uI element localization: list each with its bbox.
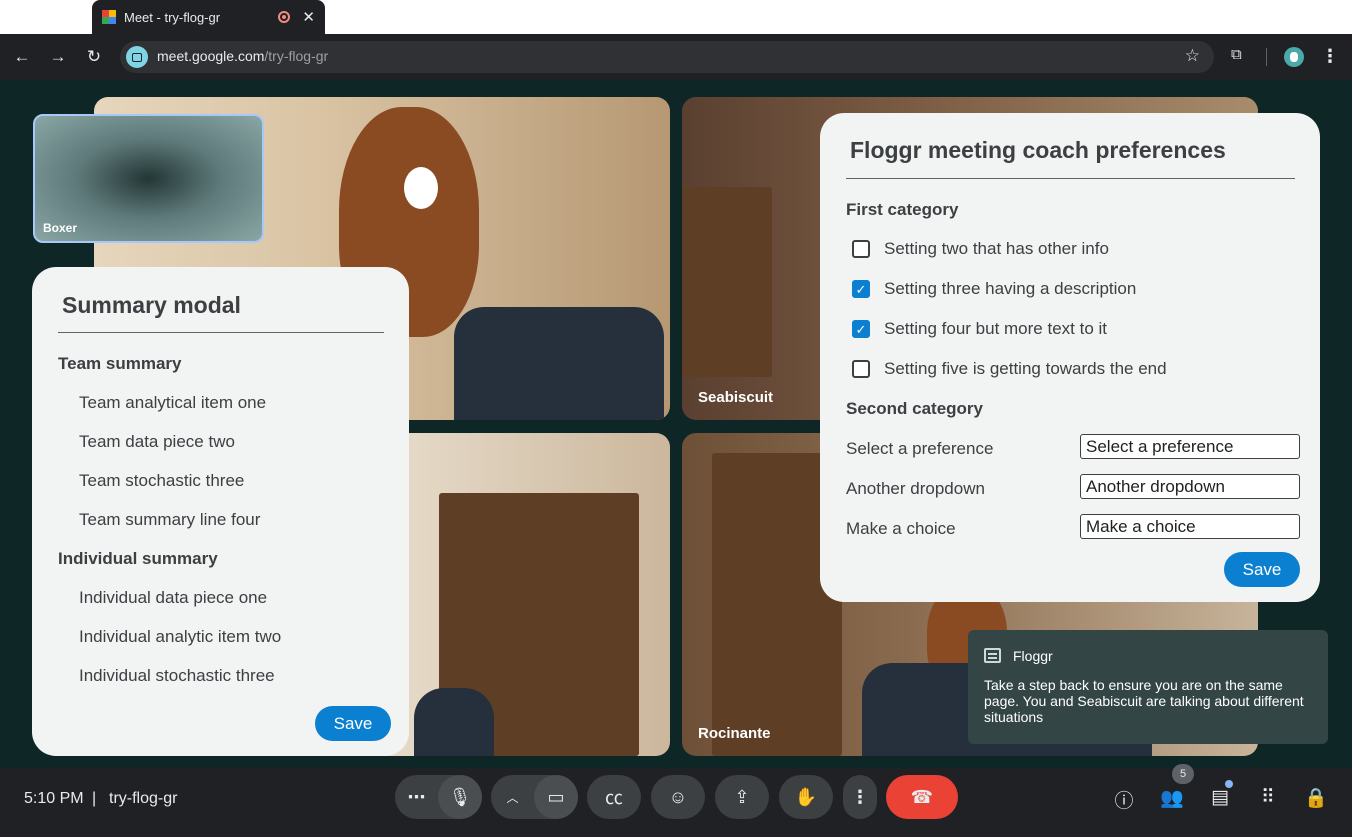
microphone-icon[interactable]: 🎙 [438, 775, 482, 819]
present-screen-icon[interactable]: ⇪ [715, 775, 769, 819]
setting-label: Setting four but more text to it [884, 319, 1108, 338]
people-icon[interactable]: 👥 [1160, 786, 1184, 810]
tab-strip: Meet - try-flog-gr ✕ [0, 0, 1352, 34]
second-category-heading: Second category [846, 399, 983, 418]
list-item: Individual data piece one [79, 588, 268, 607]
audio-options-icon[interactable]: ⋯ [395, 787, 438, 808]
leave-call-icon[interactable]: ☎ [886, 775, 958, 819]
select-label: Make a choice [846, 519, 956, 538]
bookshelf [682, 187, 772, 377]
setting-row[interactable]: ✓ Setting four but more text to it [852, 319, 1107, 339]
meeting-time: 5:10 PM [24, 790, 84, 807]
url-host: meet.google.com [157, 48, 265, 64]
suit [414, 688, 494, 756]
extensions-icon[interactable]: ⧉ [1231, 46, 1242, 63]
list-item: Individual analytic item two [79, 627, 282, 646]
preferences-save-button[interactable]: Save [1224, 552, 1300, 587]
choice-select[interactable]: Make a choice [1080, 514, 1300, 539]
first-category-heading: First category [846, 200, 959, 219]
preference-select[interactable]: Select a preference [1080, 434, 1300, 459]
toast-title: Floggr [1013, 648, 1053, 664]
url-text: meet.google.com/try-flog-gr [157, 48, 328, 64]
participant-name: Rocinante [698, 725, 771, 742]
setting-row[interactable]: Setting two that has other info [852, 239, 1109, 259]
message-icon [984, 648, 1001, 663]
title-divider [846, 178, 1295, 179]
suit [454, 307, 664, 420]
setting-row[interactable]: ✓ Setting three having a description [852, 279, 1136, 299]
chat-notification-dot [1225, 780, 1233, 788]
camera-icon[interactable]: ▭ [534, 775, 578, 819]
host-controls-icon[interactable]: 🔒 [1304, 786, 1328, 810]
video-control-group: ︿ ▭ [491, 775, 578, 819]
individual-summary-heading: Individual summary [58, 549, 218, 568]
floggr-toast: Floggr Take a step back to ensure you ar… [968, 630, 1328, 744]
raise-hand-icon[interactable]: ✋ [779, 775, 833, 819]
emoji-icon[interactable]: ☺ [651, 775, 705, 819]
horse-blaze [404, 167, 438, 209]
list-item: Individual stochastic three [79, 666, 275, 685]
profile-avatar[interactable] [1284, 47, 1304, 67]
setting-checkbox-checked[interactable]: ✓ [852, 280, 870, 298]
setting-checkbox-checked[interactable]: ✓ [852, 320, 870, 338]
reload-icon[interactable]: ↻ [83, 46, 105, 68]
site-info-icon[interactable] [126, 46, 148, 68]
address-bar[interactable]: meet.google.com/try-flog-gr ☆ [120, 41, 1214, 73]
list-item: Team data piece two [79, 432, 235, 451]
team-summary-heading: Team summary [58, 354, 182, 373]
self-view-tile[interactable]: Boxer [33, 114, 264, 243]
setting-checkbox[interactable] [852, 240, 870, 258]
url-path: /try-flog-gr [264, 48, 329, 64]
close-icon[interactable]: ✕ [302, 8, 315, 26]
list-item: Team analytical item one [79, 393, 267, 412]
select-label: Another dropdown [846, 479, 985, 498]
people-count-badge: 5 [1172, 764, 1194, 784]
browser-tab[interactable]: Meet - try-flog-gr ✕ [92, 0, 325, 34]
title-divider [58, 332, 384, 333]
recording-icon [278, 11, 291, 23]
forward-icon[interactable]: → [47, 46, 69, 68]
summary-save-button[interactable]: Save [315, 706, 391, 741]
activities-icon[interactable]: ⠿ [1256, 786, 1280, 809]
back-icon[interactable]: ← [11, 46, 33, 68]
list-item: Team summary line four [79, 510, 261, 529]
chat-icon[interactable]: ▤ [1208, 786, 1232, 809]
audio-control-group: ⋯ 🎙 [395, 775, 482, 819]
list-item: Team stochastic three [79, 471, 245, 490]
summary-modal-title: Summary modal [62, 292, 241, 318]
setting-row[interactable]: Setting five is getting towards the end [852, 359, 1167, 379]
meet-favicon-icon [102, 10, 116, 24]
toolbar-divider [1266, 48, 1267, 66]
more-options-icon[interactable]: ⋮ [843, 775, 877, 819]
meeting-info-icon[interactable]: ⓘ [1112, 786, 1136, 813]
preferences-modal-title: Floggr meeting coach preferences [850, 137, 1226, 163]
setting-label: Setting five is getting towards the end [884, 359, 1167, 378]
participant-name: Seabiscuit [698, 389, 774, 406]
preferences-modal: Floggr meeting coach preferences First c… [820, 113, 1320, 602]
setting-checkbox[interactable] [852, 360, 870, 378]
summary-modal: Summary modal Team summary Team analytic… [32, 267, 409, 756]
toast-body: Take a step back to ensure you are on th… [984, 677, 1304, 725]
time-separator: | [92, 790, 97, 807]
setting-label: Setting three having a description [884, 279, 1137, 298]
meeting-control-bar: 5:10 PM | try-flog-gr ⋯ 🎙 ︿ ▭ ㏄ ☺ ⇪ ✋ ⋮ … [0, 764, 1352, 837]
setting-label: Setting two that has other info [884, 239, 1109, 258]
video-options-icon[interactable]: ︿ [491, 789, 534, 806]
self-name: Boxer [43, 221, 78, 235]
captions-icon[interactable]: ㏄ [587, 775, 641, 819]
meeting-code: try-flog-gr [109, 790, 178, 807]
tab-title: Meet - try-flog-gr [124, 9, 221, 25]
another-dropdown-select[interactable]: Another dropdown [1080, 474, 1300, 499]
bookmark-star-icon[interactable]: ☆ [1185, 46, 1200, 66]
select-label: Select a preference [846, 439, 994, 458]
more-icon[interactable]: ⋮ [1320, 46, 1340, 67]
